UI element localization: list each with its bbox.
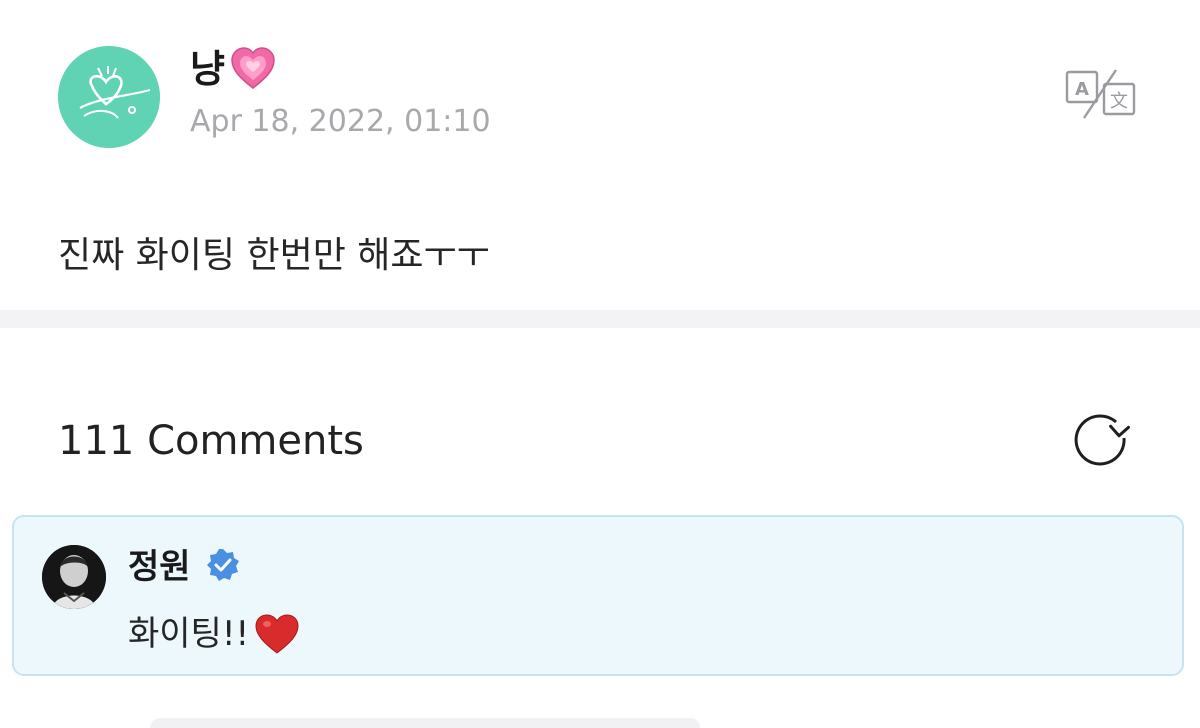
author-name[interactable]: 냥: [190, 46, 225, 92]
highlighted-comment-card[interactable]: 정원 화이팅!!: [12, 515, 1184, 676]
author-avatar-drawing: [58, 46, 160, 148]
post-date: Apr 18, 2022, 01:10: [190, 104, 491, 139]
growing-heart-icon: [228, 44, 278, 94]
commenter-avatar-photo: [42, 545, 106, 609]
next-comment-peek: [150, 718, 700, 728]
author-avatar[interactable]: [58, 46, 160, 148]
verified-badge-icon: [205, 547, 241, 583]
translate-button[interactable]: A 文: [1064, 68, 1138, 120]
post-header: 냥 Apr 18, 2022, 01:10 A 文: [0, 0, 1200, 180]
comment-text: 화이팅!!: [128, 614, 250, 654]
svg-text:A: A: [1075, 79, 1089, 100]
red-heart-icon: [254, 613, 300, 655]
comments-count-title: 111 Comments: [58, 418, 364, 464]
translate-icon: A 文: [1065, 69, 1136, 119]
refresh-icon: [1074, 414, 1130, 466]
svg-text:文: 文: [1110, 91, 1128, 112]
commenter-avatar[interactable]: [42, 545, 106, 609]
section-divider: [0, 310, 1200, 328]
commenter-name[interactable]: 정원: [128, 546, 191, 588]
post-detail-screen: 냥 Apr 18, 2022, 01:10 A 文 진짜 화이팅 한번만 해죠ㅜ…: [0, 0, 1200, 728]
refresh-button[interactable]: [1072, 412, 1132, 470]
post-body-text: 진짜 화이팅 한번만 해죠ㅜㅜ: [58, 235, 490, 276]
